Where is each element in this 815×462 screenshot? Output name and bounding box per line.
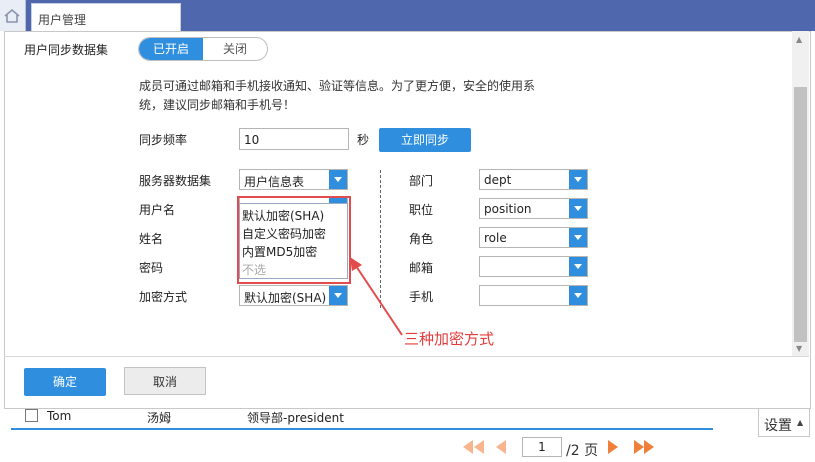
ok-button[interactable]: 确定 xyxy=(24,368,106,396)
scroll-up-icon[interactable]: ▲ xyxy=(796,35,802,44)
home-icon xyxy=(4,8,20,23)
encryption-select[interactable]: 默认加密(SHA) xyxy=(239,285,348,306)
row-username: Tom xyxy=(47,409,72,423)
home-button[interactable] xyxy=(0,0,26,31)
last-page-icon[interactable] xyxy=(634,440,654,454)
page-number-input[interactable]: 1 xyxy=(522,437,562,457)
server-dataset-value: 用户信息表 xyxy=(244,175,305,189)
role-label: 角色 xyxy=(409,232,434,246)
row-checkbox[interactable] xyxy=(25,409,38,422)
dept-value: dept xyxy=(484,173,512,187)
description-line-2: 统，建议同步邮箱和手机号！ xyxy=(139,98,296,112)
current-page: 1 xyxy=(538,440,546,454)
toggle-on-option[interactable]: 已开启 xyxy=(139,38,203,60)
email-select[interactable] xyxy=(479,256,588,277)
sync-toggle[interactable]: 已开启 关闭 xyxy=(138,37,268,61)
position-select[interactable]: position xyxy=(479,198,588,219)
tab-user-management[interactable]: 用户管理 xyxy=(31,3,181,32)
pager-nav-forward xyxy=(608,440,654,454)
toggle-off-option[interactable]: 关闭 xyxy=(203,38,267,60)
dept-label: 部门 xyxy=(409,174,434,188)
role-select[interactable]: role xyxy=(479,227,588,248)
next-page-icon[interactable] xyxy=(608,440,618,454)
username-label: 用户名 xyxy=(139,203,176,217)
chevron-down-icon xyxy=(569,170,587,189)
chevron-down-icon xyxy=(329,170,347,189)
frequency-input[interactable]: 10 xyxy=(239,128,349,150)
frequency-label: 同步频率 xyxy=(139,133,188,147)
pager-nav-back xyxy=(463,440,506,454)
annotation-highlight-box xyxy=(237,196,351,284)
settings-label: 设置 xyxy=(764,418,792,434)
chevron-down-icon xyxy=(569,199,587,218)
sync-description: 成员可通过邮箱和手机接收通知、验证等信息。为了更方便，安全的使用系 统，建议同步… xyxy=(139,77,589,115)
chevron-down-icon xyxy=(569,228,587,247)
sync-now-button[interactable]: 立即同步 xyxy=(379,128,471,152)
page-total: /2 页 xyxy=(566,443,599,459)
settings-button[interactable]: 设置 ▲ xyxy=(758,408,810,437)
password-label: 密码 xyxy=(139,261,164,275)
phone-select[interactable] xyxy=(479,285,588,306)
name-label: 姓名 xyxy=(139,232,164,246)
position-value: position xyxy=(484,202,532,216)
prev-page-icon[interactable] xyxy=(496,440,506,454)
tab-label: 用户管理 xyxy=(38,13,87,27)
sync-dataset-label: 用户同步数据集 xyxy=(24,43,109,57)
position-label: 职位 xyxy=(409,203,434,217)
footer-divider xyxy=(4,356,809,357)
server-dataset-label: 服务器数据集 xyxy=(139,174,212,188)
scrollbar-thumb[interactable] xyxy=(794,87,807,342)
server-dataset-select[interactable]: 用户信息表 xyxy=(239,169,348,190)
table-row-underline xyxy=(11,428,713,430)
chevron-down-icon xyxy=(569,257,587,276)
cancel-button[interactable]: 取消 xyxy=(124,367,206,395)
row-dept: 领导部-president xyxy=(247,411,344,425)
chevron-down-icon xyxy=(569,286,587,305)
frequency-unit: 秒 xyxy=(357,133,370,147)
scroll-down-icon[interactable]: ▼ xyxy=(796,344,802,353)
role-value: role xyxy=(484,231,507,245)
dept-select[interactable]: dept xyxy=(479,169,588,190)
encryption-value: 默认加密(SHA) xyxy=(244,291,327,305)
encryption-label: 加密方式 xyxy=(139,290,188,304)
caret-up-icon: ▲ xyxy=(797,418,804,427)
row-name: 汤姆 xyxy=(147,411,172,425)
first-page-icon[interactable] xyxy=(463,440,484,454)
description-line-1: 成员可通过邮箱和手机接收通知、验证等信息。为了更方便，安全的使用系 xyxy=(139,79,536,93)
annotation-text: 三种加密方式 xyxy=(404,330,495,348)
